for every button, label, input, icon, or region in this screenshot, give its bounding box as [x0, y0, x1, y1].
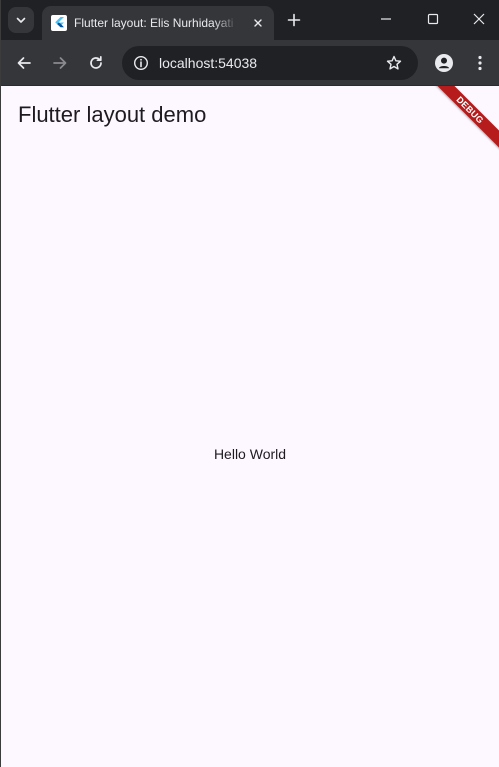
tab-title: Flutter layout: Elis Nurhidayati - [74, 16, 238, 30]
star-icon [386, 55, 402, 70]
arrow-left-icon [17, 57, 31, 69]
bookmark-button[interactable] [382, 51, 406, 75]
back-button[interactable] [10, 49, 38, 77]
close-icon [254, 19, 262, 27]
browser-tab-active[interactable]: Flutter layout: Elis Nurhidayati - [42, 6, 274, 40]
url-text: localhost:54038 [159, 55, 258, 71]
page-title: Flutter layout demo [18, 102, 207, 127]
tab-close-button[interactable] [248, 13, 268, 33]
browser-window: Flutter layout: Elis Nurhidayati - local… [0, 0, 499, 767]
forward-button[interactable] [46, 49, 74, 77]
window-close-button[interactable] [456, 0, 499, 38]
kebab-menu-icon [478, 55, 482, 71]
maximize-icon [427, 13, 439, 25]
tab-search-button[interactable] [8, 7, 34, 33]
chevron-down-icon [16, 17, 26, 23]
profile-icon [435, 54, 453, 72]
address-bar[interactable]: localhost:54038 [122, 46, 418, 80]
profile-button[interactable] [432, 51, 456, 75]
browser-menu-button[interactable] [468, 51, 492, 75]
close-icon [473, 13, 485, 25]
reload-button[interactable] [82, 49, 110, 77]
site-info-button[interactable] [129, 51, 153, 75]
hello-world-text: Hello World [213, 446, 287, 462]
flutter-logo-icon [51, 15, 67, 31]
minimize-button[interactable] [363, 0, 409, 38]
tab-strip: Flutter layout: Elis Nurhidayati - [1, 0, 499, 40]
info-icon [133, 55, 149, 71]
minimize-icon [381, 18, 391, 20]
browser-toolbar: localhost:54038 [1, 40, 499, 86]
reload-icon [90, 55, 102, 69]
plus-icon [287, 13, 301, 27]
new-tab-button[interactable] [282, 8, 306, 32]
flutter-app-viewport: Flutter layout demo Hello World DEBUG [1, 86, 499, 767]
debug-banner: DEBUG [426, 86, 499, 154]
arrow-right-icon [53, 57, 67, 69]
maximize-button[interactable] [410, 0, 456, 38]
